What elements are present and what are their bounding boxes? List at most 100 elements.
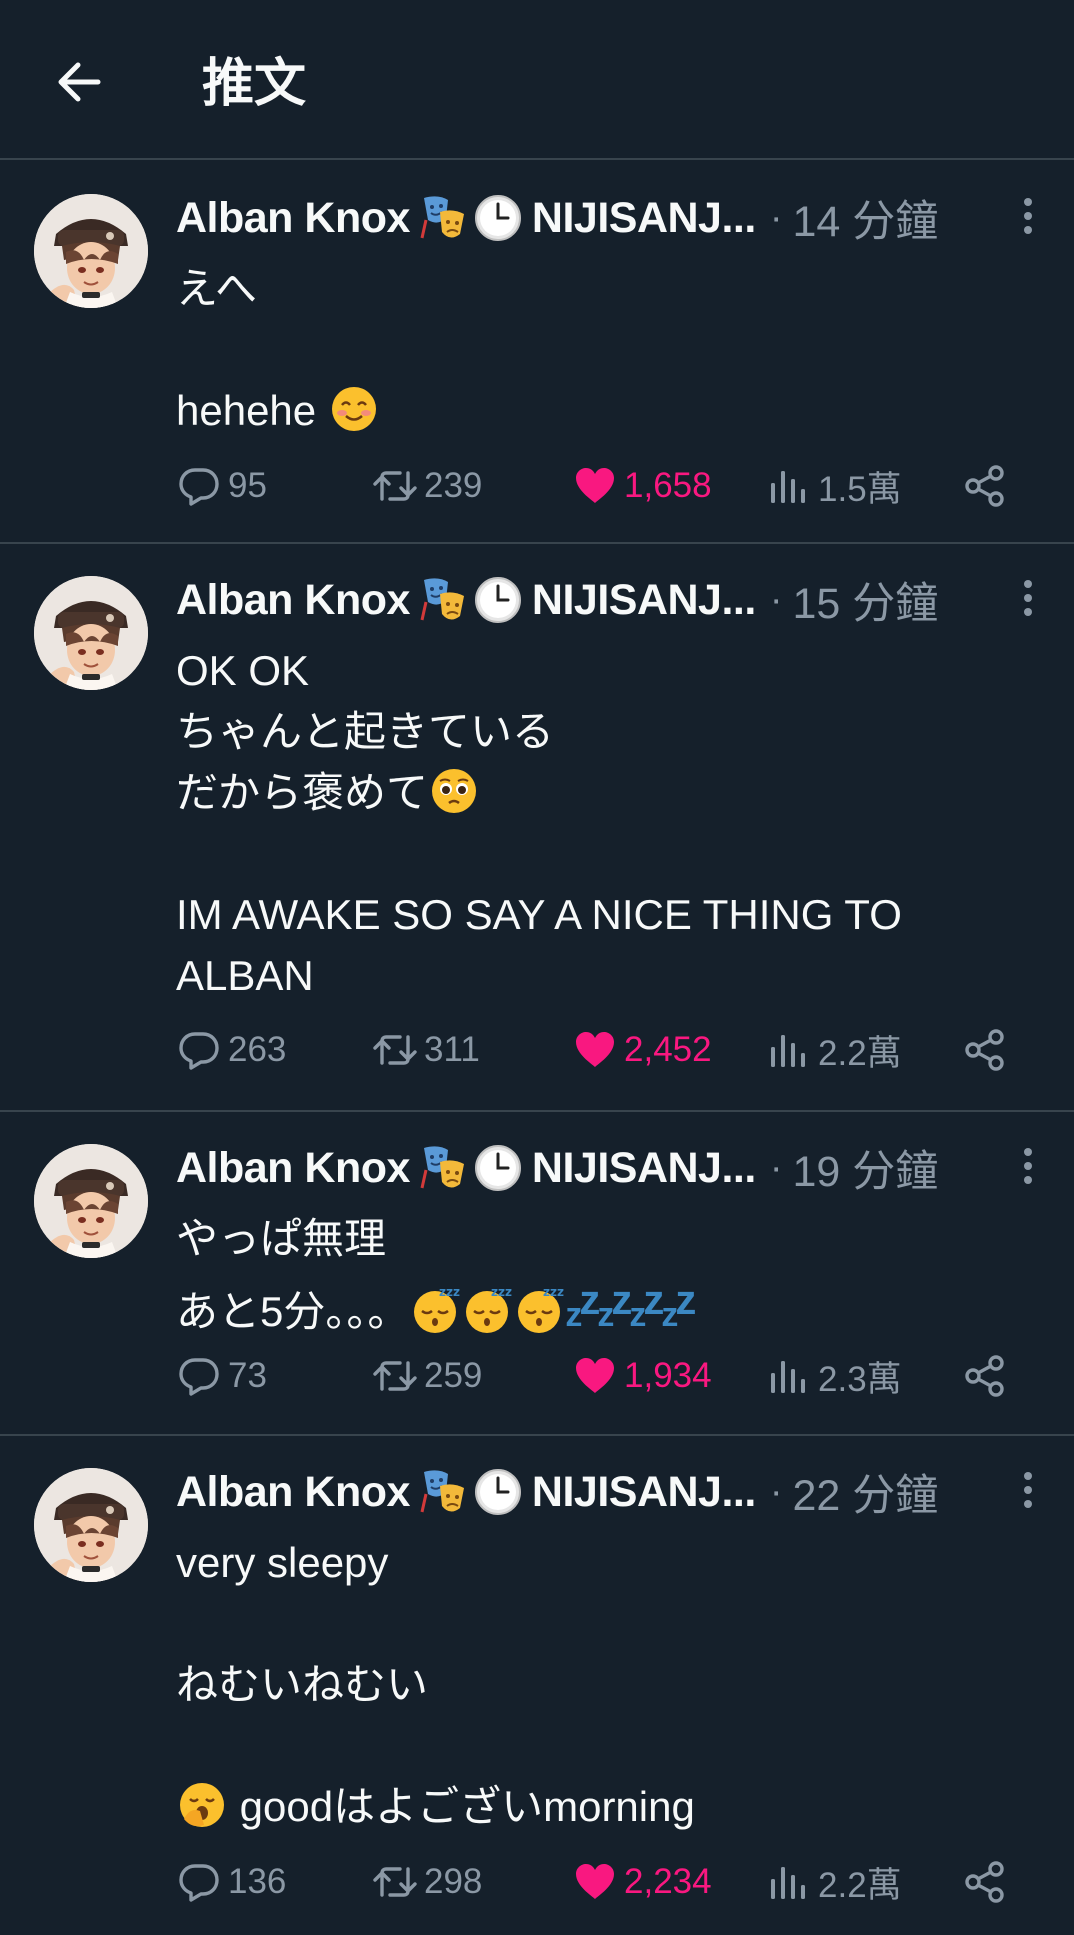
retweet-button[interactable]: 298: [372, 1848, 482, 1916]
tweet-header: Alban Knox NIJISANJ... · 14 分鐘: [176, 188, 938, 248]
display-name[interactable]: Alban Knox: [176, 1468, 410, 1517]
share-button[interactable]: [962, 1016, 1008, 1084]
tweet-header: Alban Knox NIJISANJ... · 19 分鐘: [176, 1138, 938, 1198]
share-icon: [962, 1353, 1008, 1399]
like-count: 2,452: [624, 1030, 712, 1069]
like-icon: [572, 1027, 618, 1073]
tweet-line: very sleepy: [176, 1539, 389, 1586]
tweet-line: だから褒めて: [176, 762, 902, 823]
performing-arts-emoji-icon: [418, 1142, 470, 1194]
yawning-face-emoji-icon: [176, 1779, 228, 1831]
tweet[interactable]: Alban Knox NIJISANJ... · 15 分鐘 OK OK ちゃんと…: [0, 544, 1074, 1112]
timestamp[interactable]: 14 分鐘: [792, 187, 938, 249]
reply-button[interactable]: 136: [176, 1848, 286, 1916]
sleeping-face-emoji-icon: [513, 1284, 565, 1336]
tweet-text: OK OK ちゃんと起きている だから褒めて IM AWAKE SO SAY A NI…: [0, 640, 942, 1006]
retweet-button[interactable]: 259: [372, 1342, 482, 1410]
separator-dot: ·: [769, 1470, 783, 1513]
page-title: 推文: [202, 55, 307, 113]
reply-icon: [176, 1859, 222, 1905]
share-button[interactable]: [962, 1848, 1008, 1916]
views-icon: [766, 1027, 812, 1073]
reply-button[interactable]: 263: [176, 1016, 286, 1084]
performing-arts-emoji-icon: [418, 1466, 470, 1518]
views-button[interactable]: 2.2萬: [766, 1848, 902, 1916]
like-icon: [572, 1353, 618, 1399]
tweet-header: Alban Knox NIJISANJ... · 22 分鐘: [176, 1462, 938, 1522]
retweet-count: 259: [424, 1356, 483, 1395]
tweet-header: Alban Knox NIJISANJ... · 15 分鐘: [176, 570, 938, 630]
tweet[interactable]: Alban Knox NIJISANJ... · 19 分鐘 やっぱ無理 あと5分…: [0, 1112, 1074, 1436]
separator-dot: ·: [769, 1146, 783, 1189]
retweet-button[interactable]: 311: [372, 1016, 480, 1084]
retweet-count: 239: [424, 466, 483, 505]
performing-arts-emoji-icon: [418, 192, 470, 244]
display-name[interactable]: Alban Knox: [176, 576, 410, 625]
retweet-count: 298: [424, 1862, 483, 1901]
tweet-feed: Alban Knox NIJISANJ... · 14 分鐘 えへ hehehe …: [0, 162, 1074, 1935]
reply-button[interactable]: 95: [176, 452, 267, 520]
pleading-face-emoji-icon: [428, 765, 480, 817]
like-count: 1,934: [624, 1356, 712, 1395]
share-icon: [962, 1027, 1008, 1073]
tweet-line: hehehe: [176, 380, 380, 441]
tweet-line: ちゃんと起きている: [176, 708, 555, 755]
separator-dot: ·: [769, 578, 783, 621]
sleeping-face-emoji-icon: [461, 1284, 513, 1336]
retweet-button[interactable]: 239: [372, 452, 482, 520]
like-count: 2,234: [624, 1862, 712, 1901]
views-button[interactable]: 1.5萬: [766, 452, 902, 520]
display-name[interactable]: Alban Knox: [176, 194, 410, 243]
tweet-line: goodはよございmorning: [176, 1776, 695, 1837]
tweet-line: あと5分。。。 zzzzzzzz: [176, 1276, 696, 1336]
views-button[interactable]: 2.2萬: [766, 1016, 902, 1084]
views-icon: [766, 1859, 812, 1905]
tweet-line: IM AWAKE SO SAY A NICE THING TO: [176, 891, 902, 938]
timestamp[interactable]: 19 分鐘: [792, 1137, 938, 1199]
like-icon: [572, 1859, 618, 1905]
tweet-line: ALBAN: [176, 952, 314, 999]
tweet-actions: 95 239 1,658 1.5萬: [176, 452, 1034, 520]
tweet-line: [176, 319, 380, 380]
like-button[interactable]: 2,452: [572, 1016, 712, 1084]
reply-button[interactable]: 73: [176, 1342, 267, 1410]
more-icon[interactable]: [1010, 1142, 1046, 1192]
display-name[interactable]: Alban Knox: [176, 1144, 410, 1193]
like-button[interactable]: 1,658: [572, 452, 712, 520]
share-icon: [962, 463, 1008, 509]
like-button[interactable]: 1,934: [572, 1342, 712, 1410]
tweet-actions: 136 298 2,234 2.2萬: [176, 1848, 1034, 1916]
tweet-text: えへ hehehe: [0, 258, 420, 441]
tweet-actions: 73 259 1,934 2.3萬: [176, 1342, 1034, 1410]
tweet[interactable]: Alban Knox NIJISANJ... · 22 分鐘 very slee…: [0, 1436, 1074, 1935]
tweet-line: [176, 1593, 695, 1654]
retweet-icon: [372, 463, 418, 509]
back-arrow-icon[interactable]: [50, 52, 110, 112]
handle: NIJISANJ...: [531, 1143, 756, 1192]
handle: NIJISANJ...: [531, 193, 756, 242]
timestamp[interactable]: 22 分鐘: [792, 1461, 938, 1523]
timestamp[interactable]: 15 分鐘: [792, 569, 938, 631]
more-icon[interactable]: [1010, 192, 1046, 242]
clock-emoji-icon: [472, 1142, 524, 1194]
handle: NIJISANJ...: [531, 1467, 756, 1516]
tweet-line: [176, 823, 902, 884]
share-button[interactable]: [962, 1342, 1008, 1410]
like-button[interactable]: 2,234: [572, 1848, 712, 1916]
handle: NIJISANJ...: [531, 575, 756, 624]
retweet-icon: [372, 1027, 418, 1073]
more-icon[interactable]: [1010, 1466, 1046, 1516]
retweet-icon: [372, 1859, 418, 1905]
clock-emoji-icon: [472, 574, 524, 626]
share-button[interactable]: [962, 452, 1008, 520]
tweet[interactable]: Alban Knox NIJISANJ... · 14 分鐘 えへ hehehe …: [0, 162, 1074, 544]
views-count: 2.2萬: [818, 1033, 902, 1073]
tweet-text: やっぱ無理 あと5分。。。 zzzzzzzz: [0, 1208, 733, 1346]
more-icon[interactable]: [1010, 574, 1046, 624]
smiling-face-emoji-icon: [328, 383, 380, 435]
views-button[interactable]: 2.3萬: [766, 1342, 902, 1410]
tweet-actions: 263 311 2,452 2.2萬: [176, 1016, 1034, 1084]
reply-icon: [176, 1353, 222, 1399]
clock-emoji-icon: [472, 1466, 524, 1518]
retweet-count: 311: [424, 1030, 480, 1069]
